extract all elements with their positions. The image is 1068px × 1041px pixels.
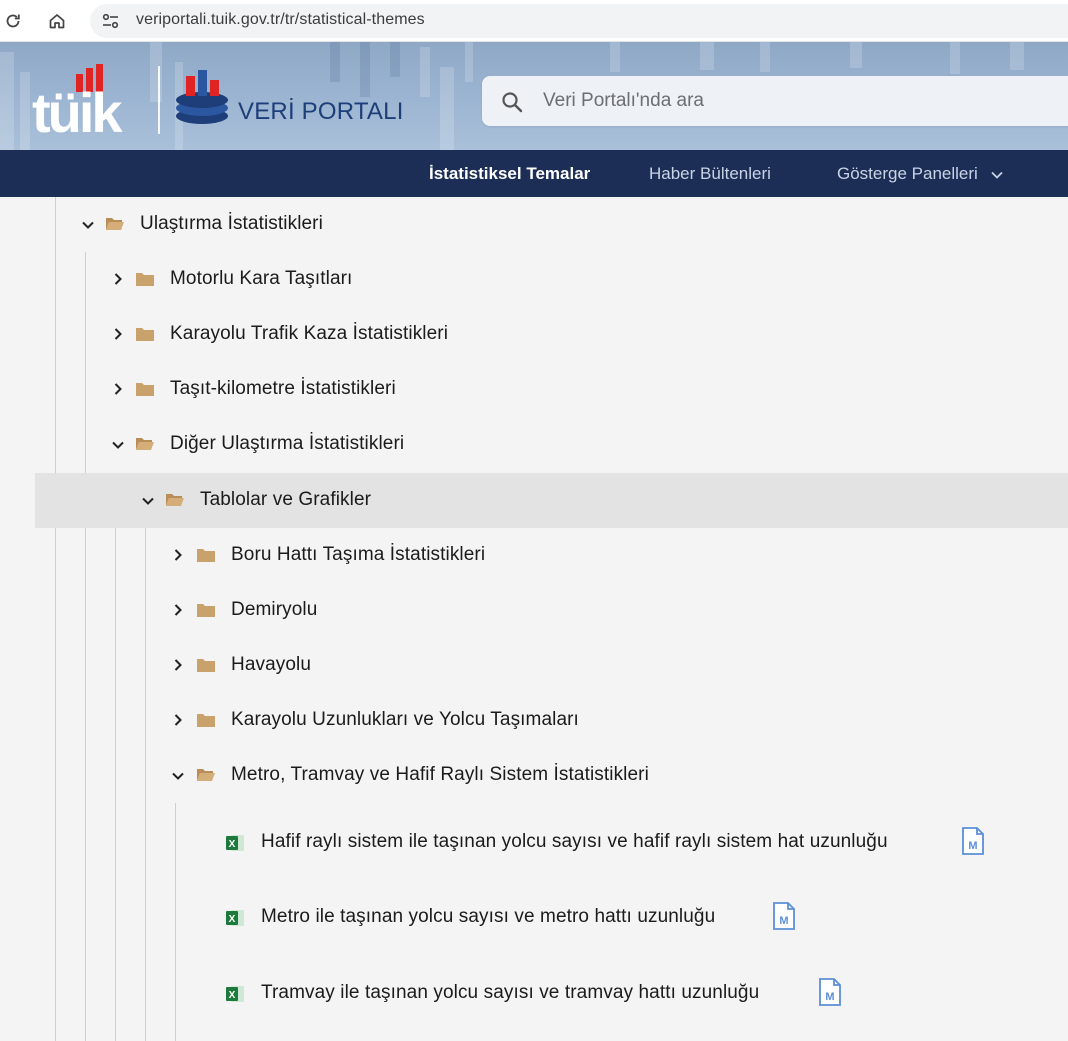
chevron-right-icon[interactable] <box>111 382 125 396</box>
tree-node-label[interactable]: Diğer Ulaştırma İstatistikleri <box>170 433 404 455</box>
chevron-right-icon[interactable] <box>171 548 185 562</box>
file-label[interactable]: Hafif raylı sistem ile taşınan yolcu say… <box>261 831 888 853</box>
tree-node-label[interactable]: Demiryolu <box>231 599 317 621</box>
tree-node-label[interactable]: Taşıt-kilometre İstatistikleri <box>170 378 396 400</box>
search-placeholder[interactable]: Veri Portalı'nda ara <box>543 90 704 112</box>
tree-node-label[interactable]: Havayolu <box>231 654 311 676</box>
svg-text:tüik: tüik <box>32 81 123 138</box>
folder-icon <box>197 714 215 727</box>
metadata-letter: M <box>779 915 788 927</box>
tree-node-havayolu[interactable]: Havayolu <box>0 638 1068 693</box>
tree-node-karayolu-uzunluklari[interactable]: Karayolu Uzunlukları ve Yolcu Taşımaları <box>0 693 1068 748</box>
browser-toolbar: veriportali.tuik.gov.tr/tr/statistical-t… <box>0 0 1068 42</box>
nav-item-haber-bultenleri[interactable]: Haber Bültenleri <box>649 164 771 184</box>
chevron-down-icon[interactable] <box>171 769 185 783</box>
tree-node-diger-ulastirma[interactable]: Diğer Ulaştırma İstatistikleri <box>0 417 1068 472</box>
folder-icon <box>197 604 215 617</box>
folder-open-icon <box>106 218 124 230</box>
folder-open-icon <box>136 438 154 450</box>
tuik-logo[interactable]: tüik <box>32 64 148 138</box>
excel-file-icon: X <box>226 910 244 926</box>
tree-node-label[interactable]: Metro, Tramvay ve Hafif Raylı Sistem İst… <box>231 764 649 786</box>
tree-node-label[interactable]: Ulaştırma İstatistikleri <box>140 213 323 235</box>
statistical-themes-tree: Ulaştırma İstatistikleri Motorlu Kara Ta… <box>0 197 1068 1041</box>
chevron-right-icon[interactable] <box>171 658 185 672</box>
tree-node-boru-hatti[interactable]: Boru Hattı Taşıma İstatistikleri <box>0 528 1068 583</box>
url-text[interactable]: veriportali.tuik.gov.tr/tr/statistical-t… <box>136 11 425 29</box>
tree-node-label[interactable]: Boru Hattı Taşıma İstatistikleri <box>231 544 485 566</box>
chevron-down-icon[interactable] <box>81 218 95 232</box>
metadata-letter: M <box>825 991 834 1003</box>
folder-open-icon <box>166 494 184 506</box>
veri-portali-logo-icon[interactable] <box>172 66 236 130</box>
tree-node-tablolar-ve-grafikler[interactable]: Tablolar ve Grafikler <box>35 473 1068 528</box>
main-navigation: İstatistiksel Temalar Haber Bültenleri G… <box>0 150 1068 197</box>
file-item-hafif-rayli[interactable]: X Hafif raylı sistem ile taşınan yolcu s… <box>0 815 1068 875</box>
excel-file-icon: X <box>226 986 244 1002</box>
nav-item-gosterge-panelleri[interactable]: Gösterge Panelleri <box>837 164 1003 184</box>
metadata-letter: M <box>968 840 977 852</box>
tree-node-label[interactable]: Karayolu Uzunlukları ve Yolcu Taşımaları <box>231 709 579 731</box>
nav-item-istatistiksel-temalar[interactable]: İstatistiksel Temalar <box>429 164 590 184</box>
folder-icon <box>136 273 154 286</box>
chevron-right-icon[interactable] <box>171 603 185 617</box>
svg-text:X: X <box>229 839 236 850</box>
tree-node-label[interactable]: Motorlu Kara Taşıtları <box>170 268 352 290</box>
excel-file-icon: X <box>226 835 244 851</box>
portal-name: VERİ PORTALI <box>238 98 404 125</box>
file-label[interactable]: Metro ile taşınan yolcu sayısı ve metro … <box>261 906 715 928</box>
chevron-down-icon[interactable] <box>111 438 125 452</box>
file-item-metro[interactable]: X Metro ile taşınan yolcu sayısı ve metr… <box>0 890 1068 950</box>
svg-text:X: X <box>229 990 236 1001</box>
site-header: tüik VERİ PORTALI Veri Portalı'nda ara <box>0 42 1068 150</box>
metadata-file-icon[interactable]: M <box>818 978 842 1006</box>
metadata-file-icon[interactable]: M <box>772 902 796 930</box>
tree-node-ulastirma[interactable]: Ulaştırma İstatistikleri <box>0 197 1068 252</box>
tree-node-karayolu-trafik-kaza[interactable]: Karayolu Trafik Kaza İstatistikleri <box>0 307 1068 362</box>
nav-item-label: Gösterge Panelleri <box>837 164 978 183</box>
tree-node-label[interactable]: Tablolar ve Grafikler <box>200 489 371 511</box>
home-icon[interactable] <box>46 10 68 32</box>
file-item-tramvay[interactable]: X Tramvay ile taşınan yolcu sayısı ve tr… <box>0 966 1068 1026</box>
folder-icon <box>136 383 154 396</box>
folder-icon <box>197 659 215 672</box>
logo-divider <box>158 66 160 134</box>
chevron-right-icon[interactable] <box>111 327 125 341</box>
tree-node-tasit-kilometre[interactable]: Taşıt-kilometre İstatistikleri <box>0 362 1068 417</box>
reload-icon[interactable] <box>2 10 24 32</box>
metadata-file-icon[interactable]: M <box>961 827 985 855</box>
chevron-right-icon[interactable] <box>111 272 125 286</box>
chevron-right-icon[interactable] <box>171 713 185 727</box>
file-label[interactable]: Tramvay ile taşınan yolcu sayısı ve tram… <box>261 982 759 1004</box>
chevron-down-icon[interactable] <box>141 494 155 508</box>
tree-node-demiryolu[interactable]: Demiryolu <box>0 583 1068 638</box>
folder-open-icon <box>197 769 215 781</box>
chevron-down-icon <box>990 171 1003 179</box>
tree-node-label[interactable]: Karayolu Trafik Kaza İstatistikleri <box>170 323 448 345</box>
svg-text:X: X <box>229 914 236 925</box>
folder-icon <box>136 328 154 341</box>
tree-node-metro-tramvay[interactable]: Metro, Tramvay ve Hafif Raylı Sistem İst… <box>0 748 1068 803</box>
folder-icon <box>197 549 215 562</box>
tree-node-motorlu-kara-tasitlari[interactable]: Motorlu Kara Taşıtları <box>0 252 1068 307</box>
site-settings-icon[interactable] <box>100 10 122 32</box>
search-icon[interactable] <box>500 90 524 114</box>
